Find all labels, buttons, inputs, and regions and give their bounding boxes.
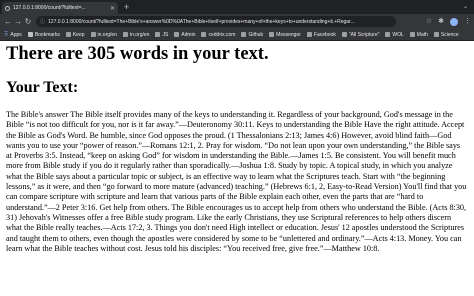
close-icon[interactable]: ✕	[110, 5, 115, 12]
submitted-text: The Bible's answer The Bible itself prov…	[6, 110, 467, 253]
site-icon	[90, 32, 96, 37]
globe-icon	[5, 5, 10, 11]
url-text[interactable]: 127.0.0.1:8000/count/?fulltext=The+Bible…	[48, 19, 355, 25]
site-icon	[122, 32, 128, 37]
bookmark-item[interactable]: Messenger	[269, 32, 301, 38]
bookmark-item[interactable]: Keep	[65, 32, 85, 38]
profile-avatar[interactable]	[450, 17, 458, 26]
site-icon	[385, 32, 391, 37]
bookmark-item[interactable]: JS	[155, 32, 168, 38]
your-text-heading: Your Text:	[6, 79, 79, 96]
back-icon[interactable]: ←	[3, 17, 13, 27]
site-icon	[409, 32, 415, 37]
browser-tab[interactable]: 127.0.0.1:8000/count/?fulltext=... ✕	[2, 2, 118, 14]
tab-title: 127.0.0.1:8000/count/?fulltext=...	[13, 5, 86, 11]
site-icon	[201, 32, 207, 37]
bookmark-item[interactable]: ceddrix.com	[201, 32, 235, 38]
site-icon	[174, 32, 180, 37]
tab-strip: 127.0.0.1:8000/count/?fulltext=... ✕ + ⌄	[0, 0, 474, 14]
star-icon[interactable]: ☆	[426, 18, 432, 26]
bookmark-item[interactable]: "All Scripture"	[341, 32, 379, 38]
word-count-heading: There are 305 words in your text.	[6, 44, 269, 64]
bookmark-item[interactable]: Github	[241, 32, 263, 38]
folder-icon	[27, 32, 33, 37]
forward-icon[interactable]: →	[13, 17, 23, 27]
messenger-icon	[269, 32, 275, 37]
facebook-icon	[306, 32, 312, 37]
apps-grid-icon: ⠿	[4, 31, 9, 38]
chevron-down-icon[interactable]: ⌄	[463, 3, 468, 10]
bookmark-item[interactable]: Science	[433, 32, 459, 38]
page-content: There are 305 words in your text. Your T…	[0, 41, 474, 296]
bookmark-item[interactable]: in.org/en	[122, 32, 149, 38]
keep-icon	[65, 32, 71, 37]
github-icon	[241, 32, 247, 37]
site-icon	[433, 32, 439, 37]
bookmarks-bar: ⠿ Apps Bookmarks Keep in.org/en in.org/en…	[0, 29, 474, 41]
reload-icon[interactable]: ↻	[23, 17, 33, 27]
new-tab-icon[interactable]: +	[124, 2, 129, 12]
bookmark-item[interactable]: in.org/en	[90, 32, 117, 38]
bookmark-item[interactable]: WOL	[385, 32, 404, 38]
bookmark-item[interactable]: Facebook	[306, 32, 336, 38]
toolbar-actions: ☆ ✱ ⋮	[426, 17, 471, 26]
bookmark-item[interactable]: Math	[409, 32, 428, 38]
site-icon	[155, 32, 161, 37]
menu-icon[interactable]: ⋮	[464, 18, 471, 26]
bookmark-folder[interactable]: Bookmarks	[27, 32, 60, 38]
site-icon	[341, 32, 347, 37]
address-bar[interactable]: ⓘ 127.0.0.1:8000/count/?fulltext=The+Bib…	[36, 16, 396, 27]
browser-toolbar: ← → ↻ ⓘ 127.0.0.1:8000/count/?fulltext=T…	[0, 14, 474, 29]
info-icon[interactable]: ⓘ	[40, 18, 45, 25]
bookmark-item[interactable]: Admin	[174, 32, 195, 38]
extensions-icon[interactable]: ✱	[438, 18, 444, 26]
bookmark-apps[interactable]: ⠿ Apps	[4, 32, 22, 38]
